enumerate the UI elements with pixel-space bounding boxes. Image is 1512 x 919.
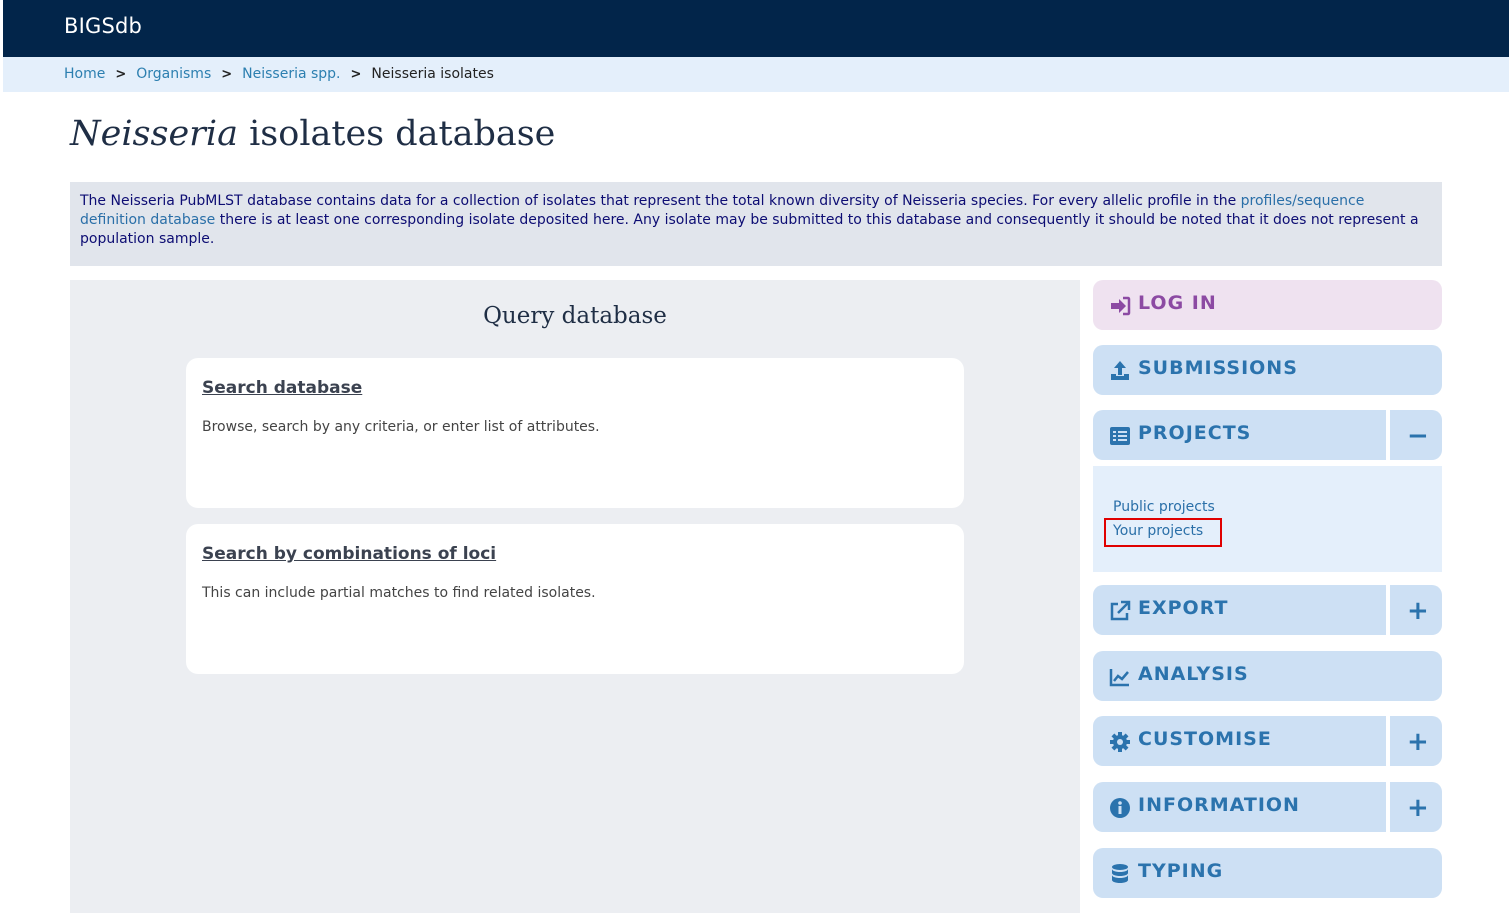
information-label: INFORMATION [1138,794,1300,816]
typing-button[interactable]: TYPING [1093,848,1442,898]
public-projects-link[interactable]: Public projects [1113,499,1215,515]
highlight-box [1104,518,1222,547]
breadcrumb-separator: > [115,66,127,82]
page-title-genus: Neisseria [70,114,238,154]
search-loci-description: This can include partial matches to find… [202,585,596,601]
plus-icon: + [1407,596,1429,626]
search-database-description: Browse, search by any criteria, or enter… [202,419,600,435]
information-button[interactable]: INFORMATION [1093,782,1386,832]
login-label: LOG IN [1138,292,1217,314]
sign-in-icon [1111,296,1131,316]
plus-icon: + [1407,727,1429,757]
breadcrumb-organisms[interactable]: Organisms [136,66,211,82]
database-icon [1112,864,1128,883]
submissions-button[interactable]: SUBMISSIONS [1093,345,1442,395]
breadcrumb-separator: > [350,66,362,82]
analysis-label: ANALYSIS [1138,663,1249,685]
information-expand-button[interactable]: + [1390,782,1442,832]
query-panel: Query database Search database Browse, s… [70,280,1080,913]
list-alt-icon [1110,427,1130,445]
search-database-card: Search database Browse, search by any cr… [186,358,964,508]
submissions-label: SUBMISSIONS [1138,357,1298,379]
breadcrumb-home[interactable]: Home [64,66,105,82]
breadcrumb-separator: > [221,66,233,82]
info-circle-icon [1110,798,1130,818]
typing-label: TYPING [1138,860,1224,882]
description-text-before: The Neisseria PubMLST database contains … [80,193,1241,209]
breadcrumb-current: Neisseria isolates [371,66,494,82]
upload-icon [1111,361,1129,380]
database-description: The Neisseria PubMLST database contains … [70,182,1442,266]
top-navbar: BIGSdb [3,0,1509,57]
breadcrumb-bar: Home > Organisms > Neisseria spp. > Neis… [3,57,1509,92]
search-loci-link[interactable]: Search by combinations of loci [202,544,496,564]
search-loci-card: Search by combinations of loci This can … [186,524,964,674]
description-text-after: there is at least one corresponding isol… [80,212,1419,247]
plus-icon: + [1407,793,1429,823]
export-expand-button[interactable]: + [1390,585,1442,635]
brand-logo[interactable]: BIGSdb [64,14,142,38]
breadcrumb: Home > Organisms > Neisseria spp. > Neis… [64,66,494,82]
projects-collapse-button[interactable]: − [1390,410,1442,460]
page-title-rest: isolates database [237,114,556,154]
login-button[interactable]: LOG IN [1093,280,1442,330]
projects-button[interactable]: PROJECTS [1093,410,1386,460]
minus-icon: − [1407,421,1429,451]
query-panel-title: Query database [483,303,667,329]
projects-label: PROJECTS [1138,422,1252,444]
analysis-button[interactable]: ANALYSIS [1093,651,1442,701]
customise-expand-button[interactable]: + [1390,716,1442,766]
export-button[interactable]: EXPORT [1093,585,1386,635]
breadcrumb-neisseria-spp[interactable]: Neisseria spp. [242,66,340,82]
search-database-link[interactable]: Search database [202,378,362,398]
chart-line-icon [1109,669,1129,687]
customise-label: CUSTOMISE [1138,728,1272,750]
page-title: Neisseria isolates database [70,114,555,154]
export-label: EXPORT [1138,597,1229,619]
external-link-icon [1110,600,1131,621]
gear-icon [1110,732,1130,752]
customise-button[interactable]: CUSTOMISE [1093,716,1386,766]
